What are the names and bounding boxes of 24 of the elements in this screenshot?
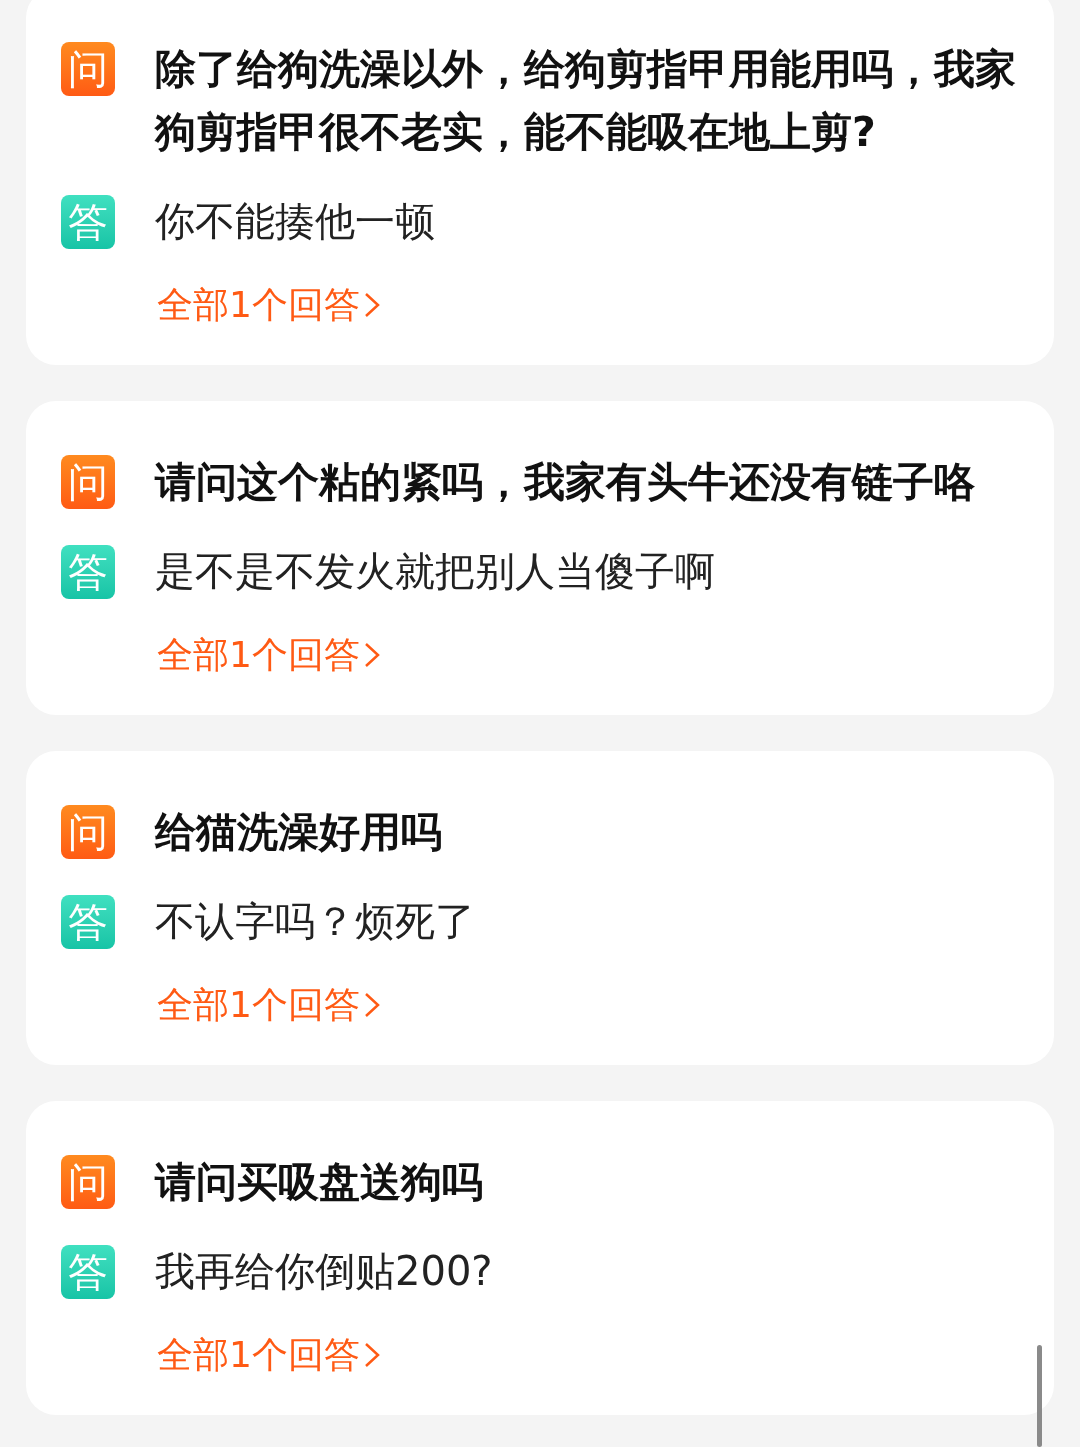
question-badge: 问	[61, 455, 115, 509]
chevron-right-icon	[363, 292, 380, 318]
answer-badge: 答	[61, 894, 115, 949]
question-badge: 问	[61, 1155, 115, 1209]
chevron-right-icon	[363, 1342, 380, 1368]
question-badge: 问	[61, 805, 115, 859]
answer-badge: 答	[61, 544, 115, 599]
answer-text: 不认字吗？烦死了	[155, 897, 475, 946]
question-text: 请问这个粘的紧吗，我家有头牛还没有链子咯	[155, 457, 976, 508]
answer-text: 是不是不发火就把别人当傻子啊	[155, 547, 715, 596]
question-badge: 问	[61, 42, 115, 96]
answer-text: 我再给你倒贴200?	[155, 1247, 493, 1296]
all-answers-link[interactable]: 全部1个回答	[157, 979, 380, 1031]
question-text: 请问买吸盘送狗吗	[155, 1157, 484, 1208]
question-text: 除了给狗洗澡以外，给狗剪指甲用能用吗，我家狗剪指甲很不老实，能不能吸在地上剪?	[155, 44, 1017, 158]
chevron-right-icon	[363, 992, 380, 1018]
all-answers-link[interactable]: 全部1个回答	[157, 279, 380, 331]
question-text: 给猫洗澡好用吗	[155, 807, 443, 858]
all-answers-link[interactable]: 全部1个回答	[157, 629, 380, 681]
answer-badge: 答	[61, 1244, 115, 1299]
answer-text: 你不能揍他一顿	[155, 197, 435, 246]
chevron-right-icon	[363, 642, 380, 668]
answer-badge: 答	[61, 194, 115, 249]
all-answers-link[interactable]: 全部1个回答	[157, 1329, 380, 1381]
